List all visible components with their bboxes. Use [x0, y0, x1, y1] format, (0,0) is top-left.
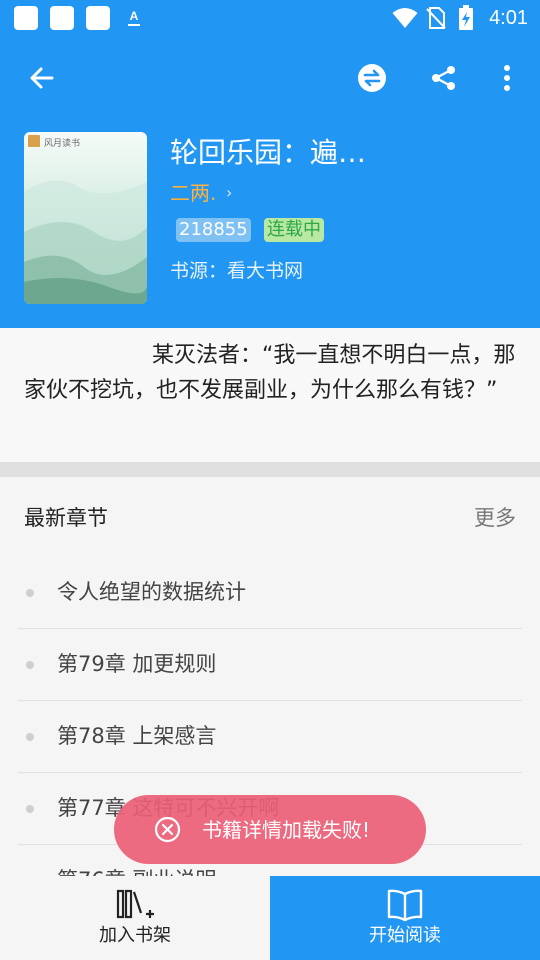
more-vert-icon [504, 65, 510, 91]
swap-source-icon [358, 64, 386, 92]
notification-icon [86, 6, 110, 30]
book-author[interactable]: 二两. [170, 180, 216, 206]
chapter-title: 第78章 上架感言 [57, 724, 217, 748]
book-intro: 某灭法者：“我一直想不明白一点，那家伙不挖坑，也不发展副业，为什么那么有钱？” [0, 328, 540, 462]
section-title: 最新章节 [24, 506, 108, 530]
wifi-icon [392, 8, 418, 28]
section-divider [0, 462, 540, 477]
bullet-icon [26, 661, 34, 669]
notification-icon [14, 6, 38, 30]
app-bar [0, 36, 540, 120]
add-to-shelf-button[interactable]: 加入书架 [0, 876, 270, 960]
bullet-icon [26, 733, 34, 741]
more-options-button[interactable] [483, 54, 531, 102]
cover-art [24, 180, 147, 304]
chapter-item[interactable]: 第79章 加更规则 [18, 628, 522, 701]
error-circle-icon [154, 816, 181, 843]
chevron-right-icon: › [226, 183, 233, 202]
share-icon [432, 66, 455, 90]
accessibility-notification-icon: A [126, 9, 142, 27]
bullet-icon [26, 805, 34, 813]
book-title: 轮回乐园：遍… [170, 136, 367, 169]
start-reading-button[interactable]: 开始阅读 [270, 876, 540, 960]
book-header: 风月读书 轮回乐园：遍… 二两. › 218855 连载中 书源：看大书网 [0, 120, 540, 328]
battery-charging-icon [459, 5, 473, 30]
intro-text: 某灭法者：“我一直想不明白一点，那家伙不挖坑，也不发展副业，为什么那么有钱？” [24, 343, 516, 403]
chapter-item[interactable]: 第78章 上架感言 [18, 700, 522, 773]
book-cover[interactable]: 风月读书 [24, 132, 147, 304]
bullet-icon [26, 589, 34, 597]
chapter-title: 令人绝望的数据统计 [57, 580, 246, 604]
notification-icon [50, 6, 74, 30]
bottom-action-bar: 加入书架 开始阅读 [0, 876, 540, 960]
status-bar: A 4:01 [0, 0, 540, 36]
clock: 4:01 [489, 7, 528, 29]
no-sim-icon [426, 7, 446, 29]
more-button[interactable]: 更多 [474, 504, 516, 532]
add-to-shelf-label: 加入书架 [99, 925, 171, 946]
start-reading-label: 开始阅读 [369, 925, 441, 946]
chapter-item[interactable]: 令人绝望的数据统计 [18, 556, 522, 629]
toast-message: 书籍详情加载失败! [202, 818, 371, 842]
back-button[interactable] [18, 54, 66, 102]
status-badge: 连载中 [264, 218, 324, 242]
error-toast: 书籍详情加载失败! [114, 795, 426, 864]
back-arrow-icon [30, 67, 54, 89]
book-source[interactable]: 书源：看大书网 [170, 258, 303, 284]
chapter-title: 第79章 加更规则 [57, 652, 217, 676]
bookshelf-add-icon [116, 889, 154, 919]
change-source-button[interactable] [348, 54, 396, 102]
word-count-badge: 218855 [176, 218, 251, 242]
open-book-icon [387, 889, 423, 922]
share-button[interactable] [420, 54, 468, 102]
